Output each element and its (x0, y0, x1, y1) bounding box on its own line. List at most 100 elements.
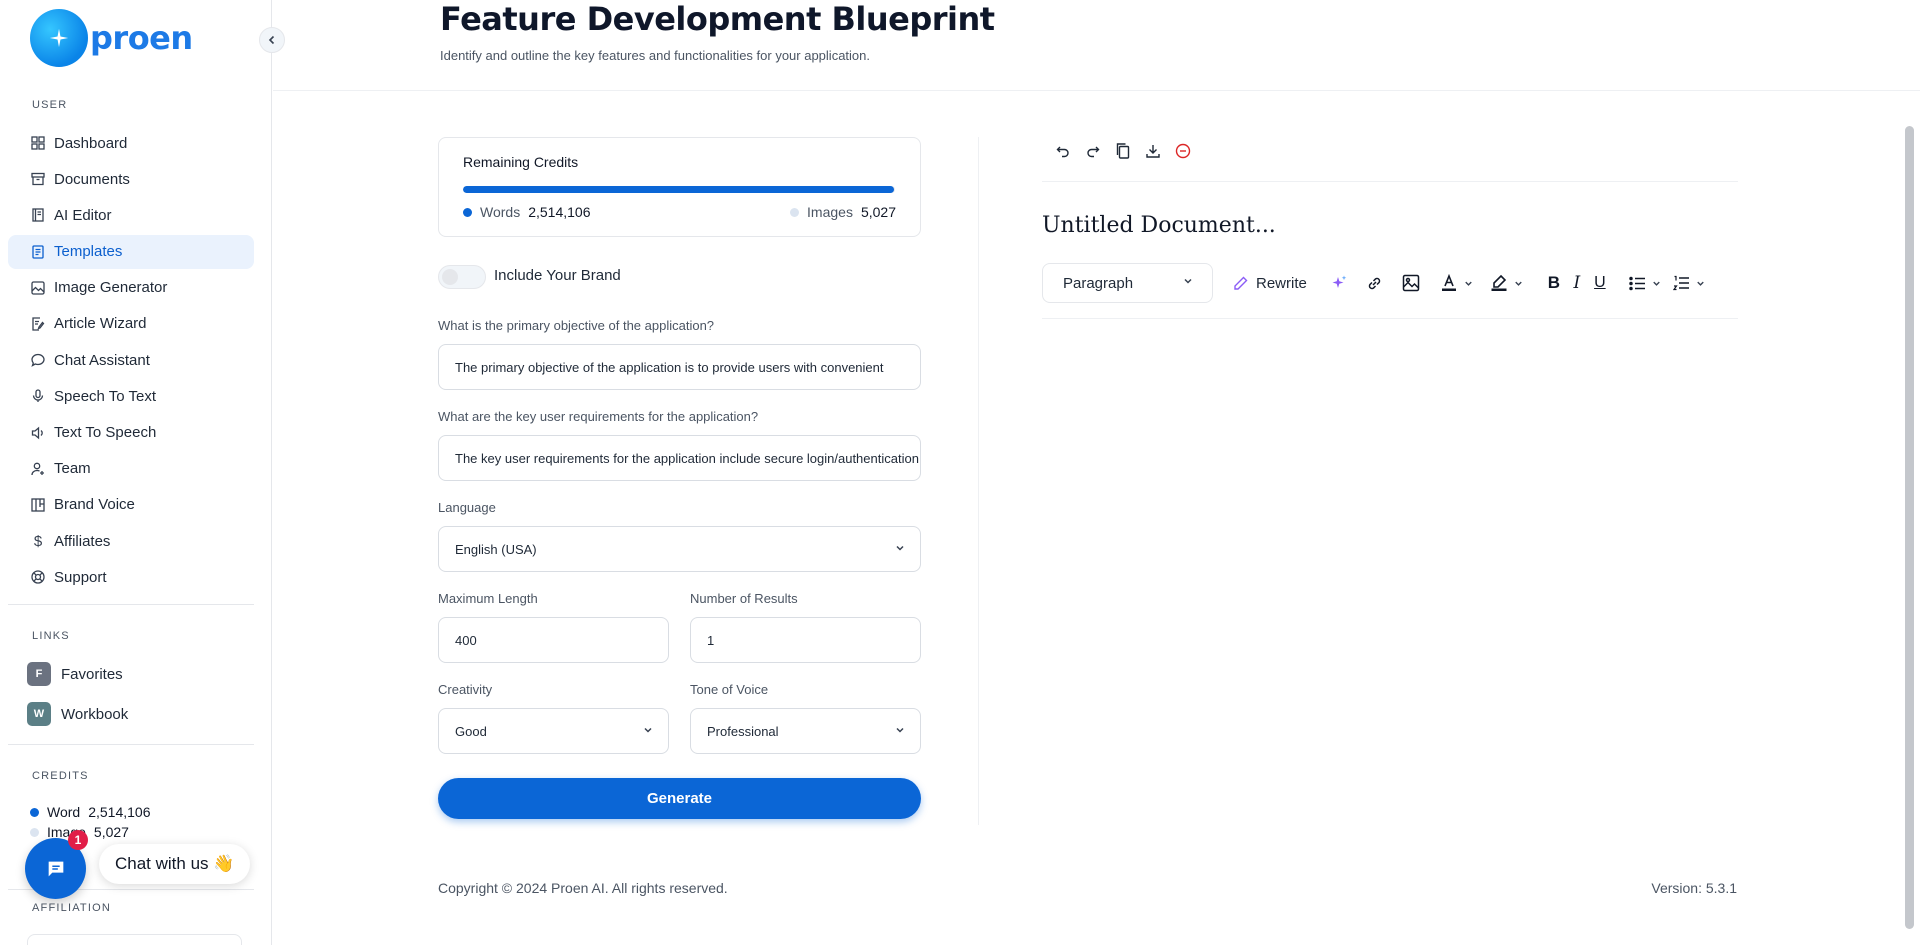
link-item-workbook[interactable]: W Workbook (27, 702, 128, 726)
undo-icon[interactable] (1048, 140, 1078, 162)
sidebar-item-image-generator[interactable]: Image Generator (8, 271, 254, 305)
sidebar-item-affiliates[interactable]: $ Affiliates (8, 524, 254, 558)
file-text-icon (31, 244, 45, 259)
primary-objective-input[interactable]: The primary objective of the application… (438, 344, 921, 390)
rewrite-label: Rewrite (1256, 274, 1307, 292)
delete-icon[interactable] (1168, 140, 1198, 162)
chevron-down-icon[interactable] (1695, 263, 1707, 303)
sidebar-item-speech-to-text[interactable]: Speech To Text (8, 379, 254, 413)
word-value: 2,514,106 (88, 804, 151, 820)
chevron-down-icon (1184, 278, 1192, 284)
sidebar-item-label: AI Editor (54, 206, 112, 224)
user-requirements-input[interactable]: The key user requirements for the applic… (438, 435, 921, 481)
underline-icon[interactable]: U (1593, 263, 1607, 303)
grid-icon (31, 136, 45, 150)
sidebar-item-text-to-speech[interactable]: Text To Speech (8, 416, 254, 450)
editor-toolbar: Paragraph Rewrite B I U (1042, 263, 1738, 319)
section-label-credits: CREDITS (32, 770, 89, 782)
sidebar-item-label: Article Wizard (54, 315, 147, 333)
pen-icon (1234, 276, 1248, 290)
language-select[interactable]: English (USA) (438, 526, 921, 572)
chat-bubble-icon (48, 861, 63, 876)
link-item-favorites[interactable]: F Favorites (27, 662, 123, 686)
tone-label: Tone of Voice (690, 682, 769, 697)
chevron-left-icon (268, 35, 275, 45)
chat-unread-badge: 1 (68, 830, 88, 850)
max-length-input[interactable]: 400 (438, 617, 669, 663)
link-label: Workbook (61, 705, 129, 723)
document-title[interactable]: Untitled Document... (1042, 213, 1276, 238)
brand-logo[interactable]: proen (30, 9, 193, 67)
numbered-list-icon[interactable] (1673, 263, 1691, 303)
page-subtitle: Identify and outline the key features an… (440, 48, 870, 63)
sidebar-item-label: Text To Speech (54, 424, 157, 441)
creativity-select[interactable]: Good (438, 708, 669, 754)
chat-icon (31, 353, 45, 367)
sidebar-item-dashboard[interactable]: Dashboard (8, 126, 254, 160)
copyright-text: Copyright © 2024 Proen AI. All rights re… (438, 880, 728, 896)
chevron-down-icon (896, 727, 904, 733)
download-icon[interactable] (1138, 140, 1168, 162)
link-icon[interactable] (1365, 263, 1385, 303)
favorites-badge: F (27, 662, 51, 686)
bold-icon[interactable]: B (1547, 263, 1561, 303)
sidebar-item-article-wizard[interactable]: Article Wizard (8, 307, 254, 341)
bullet-list-icon[interactable] (1629, 263, 1647, 303)
sidebar-item-brand-voice[interactable]: Brand Voice (8, 488, 254, 522)
editor-divider (1042, 318, 1738, 319)
language-label: Language (438, 500, 496, 515)
primary-objective-label: What is the primary objective of the app… (438, 318, 715, 333)
remaining-credits-title: Remaining Credits (463, 154, 579, 170)
sidebar-credit-word: Word 2,514,106 (30, 804, 151, 820)
images-dot (790, 207, 800, 217)
sidebar-item-support[interactable]: Support (8, 560, 254, 594)
words-dot (463, 207, 472, 217)
text-color-icon[interactable] (1439, 263, 1459, 303)
notebook-icon (31, 208, 45, 223)
chevron-down-icon[interactable] (1463, 263, 1475, 303)
chat-with-us-bubble[interactable]: Chat with us 👋 (99, 844, 251, 884)
num-results-input[interactable]: 1 (690, 617, 921, 663)
tone-value: Professional (707, 723, 779, 739)
section-label-affiliation: AFFILIATION (32, 902, 112, 914)
image-insert-icon[interactable] (1401, 263, 1421, 303)
copy-icon[interactable] (1108, 140, 1138, 162)
ai-sparkle-icon[interactable] (1329, 263, 1349, 303)
sidebar-item-ai-editor[interactable]: AI Editor (8, 198, 254, 232)
sidebar-item-templates[interactable]: Templates (8, 234, 254, 269)
chevron-down-icon[interactable] (1513, 263, 1525, 303)
image-value: 5,027 (93, 824, 129, 840)
sidebar-item-label: Image Generator (54, 279, 168, 297)
page-title: Feature Development Blueprint (440, 0, 995, 38)
section-label-user: USER (32, 99, 68, 111)
redo-icon[interactable] (1078, 140, 1108, 162)
sidebar-item-documents[interactable]: Documents (8, 162, 254, 196)
highlight-icon[interactable] (1489, 263, 1509, 303)
image-dot (30, 827, 39, 837)
editor-actions (1048, 140, 1198, 162)
sidebar-item-chat-assistant[interactable]: Chat Assistant (8, 343, 254, 377)
page-scrollbar[interactable] (1905, 126, 1914, 929)
section-label-links: LINKS (32, 630, 70, 642)
block-type-select[interactable]: Paragraph (1042, 263, 1213, 303)
editor-divider (1042, 181, 1738, 182)
generate-button[interactable]: Generate (438, 778, 921, 819)
chevron-down-icon[interactable] (1651, 263, 1663, 303)
mic-icon (31, 389, 45, 403)
link-label: Favorites (61, 665, 123, 683)
images-label: Images (807, 204, 853, 220)
sidebar-item-label: Dashboard (54, 134, 128, 152)
italic-icon[interactable]: I (1571, 263, 1583, 303)
affiliation-card (27, 934, 242, 945)
words-value: 2,514,106 (528, 204, 591, 220)
words-label: Words (480, 204, 521, 220)
tone-select[interactable]: Professional (690, 708, 921, 754)
include-brand-toggle[interactable] (438, 265, 486, 289)
rewrite-button[interactable]: Rewrite (1233, 263, 1307, 303)
workbook-badge: W (27, 702, 51, 726)
collapse-sidebar-button[interactable] (259, 27, 285, 53)
layout-icon (31, 498, 45, 512)
sparkle-logo-icon (30, 9, 88, 67)
sidebar-item-label: Chat Assistant (54, 351, 150, 369)
sidebar-item-team[interactable]: Team (8, 452, 254, 486)
